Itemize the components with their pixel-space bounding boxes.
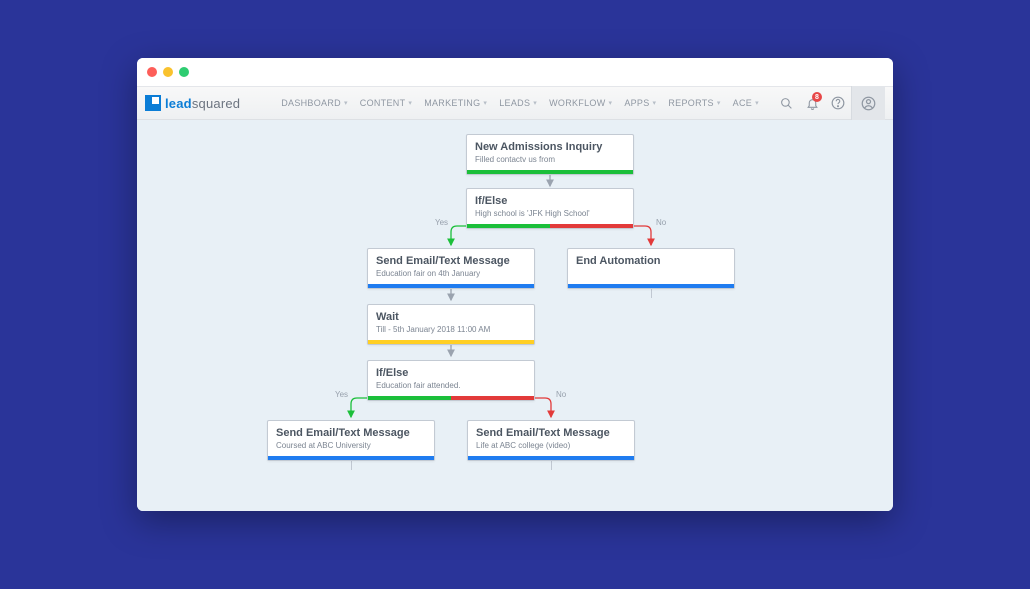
node-title: Wait (376, 311, 526, 324)
brand[interactable]: leadsquared (137, 95, 254, 111)
brand-logo-icon (145, 95, 161, 111)
nav-dashboard[interactable]: DASHBOARD▾ (276, 96, 353, 110)
node-accent-split (368, 396, 534, 400)
connector-stub (351, 460, 352, 470)
help-button[interactable] (825, 90, 851, 116)
node-title: New Admissions Inquiry (475, 141, 625, 154)
nav-label: APPS (624, 98, 649, 108)
chevron-down-icon: ▾ (533, 99, 537, 107)
node-accent (467, 170, 633, 174)
nav-label: MARKETING (424, 98, 480, 108)
app-toolbar: leadsquared DASHBOARD▾ CONTENT▾ MARKETIN… (137, 86, 893, 120)
node-subtitle: Education fair on 4th January (376, 269, 526, 279)
chevron-down-icon: ▾ (755, 99, 759, 107)
node-title: If/Else (376, 367, 526, 380)
brand-text-part1: lead (165, 96, 192, 111)
nav-reports[interactable]: REPORTS ▾ (663, 96, 725, 110)
chevron-down-icon: ▾ (653, 99, 657, 107)
chevron-down-icon: ▾ (717, 99, 721, 107)
node-subtitle: High school is 'JFK High School' (475, 209, 625, 219)
nav-leads[interactable]: LEADS▾ (494, 96, 542, 110)
branch-no-label: No (656, 218, 666, 227)
nav-label: ACE (733, 98, 752, 108)
branch-yes-label: Yes (435, 218, 448, 227)
nav-label: REPORTS (668, 98, 713, 108)
node-accent (368, 340, 534, 344)
node-subtitle: Filled contactv us from (475, 155, 625, 165)
notifications-button[interactable]: 8 (799, 90, 825, 116)
brand-text: leadsquared (165, 96, 240, 111)
workflow-node-action[interactable]: Send Email/Text Message Coursed at ABC U… (267, 420, 435, 461)
brand-text-part2: squared (192, 96, 240, 111)
chevron-down-icon: ▾ (344, 99, 348, 107)
node-subtitle: Till - 5th January 2018 11:00 AM (376, 325, 526, 335)
nav-label: DASHBOARD (281, 98, 341, 108)
node-title: Send Email/Text Message (276, 427, 426, 440)
workflow-node-end[interactable]: End Automation (567, 248, 735, 289)
node-title: Send Email/Text Message (376, 255, 526, 268)
node-title: If/Else (475, 195, 625, 208)
chevron-down-icon: ▾ (483, 99, 487, 107)
node-accent (368, 284, 534, 288)
node-subtitle (576, 269, 726, 279)
search-icon (780, 97, 793, 110)
nav-marketing[interactable]: MARKETING▾ (419, 96, 492, 110)
window-minimize-icon[interactable] (163, 67, 173, 77)
node-title: Send Email/Text Message (476, 427, 626, 440)
nav-label: CONTENT (360, 98, 406, 108)
nav-label: LEADS (499, 98, 530, 108)
node-subtitle: Life at ABC college (video) (476, 441, 626, 451)
node-title: End Automation (576, 255, 726, 268)
workflow-node-action[interactable]: Send Email/Text Message Education fair o… (367, 248, 535, 289)
window-titlebar (137, 58, 893, 86)
nav-ace[interactable]: ACE▾ (728, 96, 764, 110)
node-subtitle: Education fair attended. (376, 381, 526, 391)
workflow-node-condition[interactable]: If/Else High school is 'JFK High School' (466, 188, 634, 229)
nav-label: WORKFLOW (549, 98, 605, 108)
node-accent (568, 284, 734, 288)
account-button[interactable] (851, 86, 885, 120)
nav-apps[interactable]: APPS ▾ (619, 96, 661, 110)
branch-yes-label: Yes (335, 390, 348, 399)
chevron-down-icon: ▾ (609, 99, 613, 107)
workflow-node-wait[interactable]: Wait Till - 5th January 2018 11:00 AM (367, 304, 535, 345)
node-accent (468, 456, 634, 460)
workflow-node-action[interactable]: Send Email/Text Message Life at ABC coll… (467, 420, 635, 461)
window-close-icon[interactable] (147, 67, 157, 77)
app-window: leadsquared DASHBOARD▾ CONTENT▾ MARKETIN… (137, 58, 893, 511)
nav-content[interactable]: CONTENT▾ (355, 96, 417, 110)
branch-no-label: No (556, 390, 566, 399)
connector-stub (651, 288, 652, 298)
search-button[interactable] (773, 90, 799, 116)
main-nav: DASHBOARD▾ CONTENT▾ MARKETING▾ LEADS▾ WO… (276, 96, 764, 110)
chevron-down-icon: ▾ (408, 99, 412, 107)
workflow-node-trigger[interactable]: New Admissions Inquiry Filled contactv u… (466, 134, 634, 175)
help-icon (831, 96, 845, 110)
user-circle-icon (861, 96, 876, 111)
workflow-node-condition[interactable]: If/Else Education fair attended. (367, 360, 535, 401)
node-accent-split (467, 224, 633, 228)
node-accent (268, 456, 434, 460)
notifications-badge: 8 (812, 92, 822, 102)
connector-stub (551, 460, 552, 470)
node-subtitle: Coursed at ABC University (276, 441, 426, 451)
window-zoom-icon[interactable] (179, 67, 189, 77)
nav-workflow[interactable]: WORKFLOW ▾ (544, 96, 617, 110)
workflow-canvas: Yes No Yes No New Admissions Inquiry Fil… (137, 120, 893, 511)
